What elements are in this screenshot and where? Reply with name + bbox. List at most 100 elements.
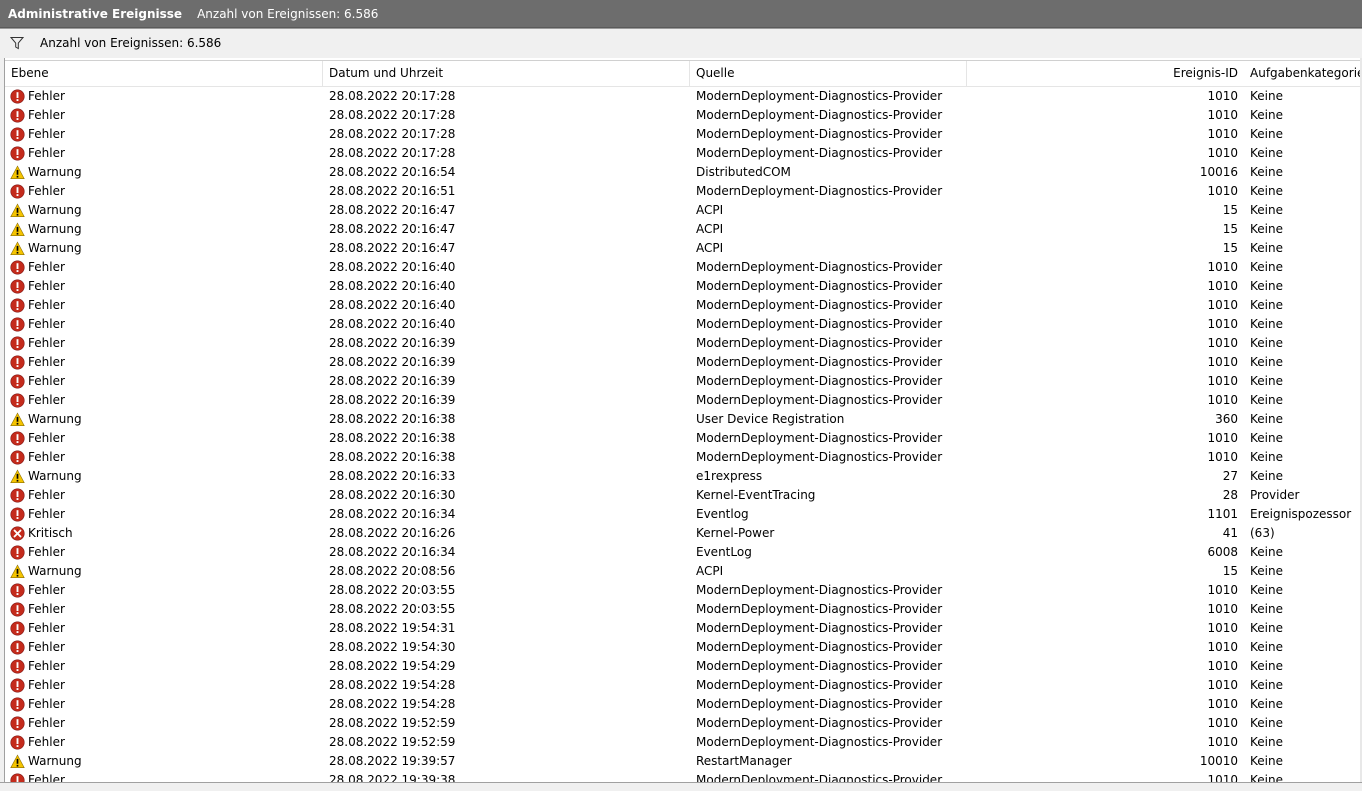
event-row[interactable]: Fehler 28.08.2022 19:54:28 ModernDeploymen… [5, 695, 1361, 714]
event-row[interactable]: Fehler 28.08.2022 20:17:28 ModernDeploymen… [5, 106, 1361, 125]
category-cell: Keine [1250, 279, 1283, 293]
event-row[interactable]: Fehler 28.08.2022 20:16:38 ModernDeploymen… [5, 448, 1361, 467]
level-cell: Warnung [10, 467, 320, 486]
event-row[interactable]: Fehler 28.08.2022 19:54:30 ModernDeploymen… [5, 638, 1361, 657]
event-id-cell: 15 [1222, 203, 1238, 217]
event-row[interactable]: Warnung 28.08.2022 20:16:33 e1rexpress 27 Ke… [5, 467, 1361, 486]
category-cell: Keine [1250, 431, 1283, 445]
event-list: Fehler 28.08.2022 20:17:28 ModernDeploymen… [5, 87, 1361, 783]
event-row[interactable]: Fehler 28.08.2022 20:16:51 ModernDeploymen… [5, 182, 1361, 201]
level-label: Fehler [28, 431, 65, 445]
event-row[interactable]: Fehler 28.08.2022 19:52:59 ModernDeploymen… [5, 733, 1361, 752]
event-id-cell: 1010 [1207, 260, 1238, 274]
category-cell: Keine [1250, 640, 1283, 654]
category-cell: Keine [1250, 678, 1283, 692]
event-row[interactable]: Fehler 28.08.2022 20:03:55 ModernDeploymen… [5, 600, 1361, 619]
warning-icon [10, 469, 25, 483]
level-cell: Warnung [10, 752, 320, 771]
event-row[interactable]: Fehler 28.08.2022 20:16:39 ModernDeploymen… [5, 334, 1361, 353]
event-row[interactable]: Warnung 28.08.2022 19:39:57 RestartManager… [5, 752, 1361, 771]
event-row[interactable]: Fehler 28.08.2022 20:03:55 ModernDeploymen… [5, 581, 1361, 600]
event-row[interactable]: Fehler 28.08.2022 20:16:39 ModernDeploymen… [5, 372, 1361, 391]
level-cell: Fehler [10, 429, 320, 448]
level-label: Kritisch [28, 526, 73, 540]
event-id-cell: 27 [1222, 469, 1238, 483]
date-cell: 28.08.2022 19:54:28 [329, 697, 456, 711]
event-row[interactable]: Fehler 28.08.2022 20:16:34 EventLog 6008 Kei… [5, 543, 1361, 562]
level-label: Warnung [28, 203, 82, 217]
event-row[interactable]: Fehler 28.08.2022 20:16:39 ModernDeploymen… [5, 353, 1361, 372]
event-id-cell: 1010 [1207, 127, 1238, 141]
event-row[interactable]: Fehler 28.08.2022 19:54:28 ModernDeploymen… [5, 676, 1361, 695]
warning-icon [10, 203, 25, 217]
error-icon [10, 697, 25, 712]
event-row[interactable]: Fehler 28.08.2022 20:16:40 ModernDeploymen… [5, 277, 1361, 296]
event-id-cell: 360 [1215, 412, 1238, 426]
level-label: Fehler [28, 279, 65, 293]
event-row[interactable]: Fehler 28.08.2022 19:52:59 ModernDeploymen… [5, 714, 1361, 733]
date-cell: 28.08.2022 20:16:47 [329, 222, 456, 236]
source-cell: ModernDeployment-Diagnostics-Provider [696, 583, 943, 597]
event-row[interactable]: Fehler 28.08.2022 20:16:39 ModernDeploymen… [5, 391, 1361, 410]
event-row[interactable]: Kritisch 28.08.2022 20:16:26 Kernel-Power 4… [5, 524, 1361, 543]
event-id-cell: 1010 [1207, 146, 1238, 160]
event-row[interactable]: Warnung 28.08.2022 20:08:56 ACPI 15 Keine [5, 562, 1361, 581]
event-row[interactable]: Fehler 28.08.2022 20:16:34 Eventlog 1101 Ere… [5, 505, 1361, 524]
event-row[interactable]: Fehler 28.08.2022 20:17:28 ModernDeploymen… [5, 87, 1361, 106]
column-header-event-id[interactable]: Ereignis-ID [967, 61, 1244, 86]
level-cell: Fehler [10, 296, 320, 315]
date-cell: 28.08.2022 20:16:38 [329, 412, 456, 426]
error-icon [10, 659, 25, 674]
level-cell: Fehler [10, 87, 320, 106]
category-cell: (63) [1250, 526, 1275, 540]
date-cell: 28.08.2022 20:16:26 [329, 526, 456, 540]
event-row[interactable]: Warnung 28.08.2022 20:16:47 ACPI 15 Keine [5, 220, 1361, 239]
source-cell: ACPI [696, 564, 724, 578]
level-label: Fehler [28, 735, 65, 749]
filter-icon[interactable] [10, 36, 24, 50]
level-label: Fehler [28, 602, 65, 616]
level-cell: Warnung [10, 562, 320, 581]
source-cell: ModernDeployment-Diagnostics-Provider [696, 659, 943, 673]
event-row[interactable]: Fehler 28.08.2022 19:54:29 ModernDeploymen… [5, 657, 1361, 676]
event-id-cell: 1101 [1207, 507, 1238, 521]
source-cell: ACPI [696, 241, 724, 255]
event-row[interactable]: Fehler 28.08.2022 20:17:28 ModernDeploymen… [5, 144, 1361, 163]
date-cell: 28.08.2022 20:16:40 [329, 260, 456, 274]
category-cell: Keine [1250, 716, 1283, 730]
event-row[interactable]: Fehler 28.08.2022 19:54:31 ModernDeploymen… [5, 619, 1361, 638]
level-label: Warnung [28, 412, 82, 426]
level-label: Fehler [28, 146, 65, 160]
event-row[interactable]: Warnung 28.08.2022 20:16:54 DistributedCOM… [5, 163, 1361, 182]
error-icon [10, 488, 25, 503]
level-label: Warnung [28, 564, 82, 578]
category-cell: Keine [1250, 298, 1283, 312]
source-cell: ACPI [696, 203, 724, 217]
date-cell: 28.08.2022 20:03:55 [329, 583, 456, 597]
event-row[interactable]: Fehler 28.08.2022 20:16:40 ModernDeploymen… [5, 296, 1361, 315]
level-cell: Fehler [10, 714, 320, 733]
event-row[interactable]: Warnung 28.08.2022 20:16:47 ACPI 15 Keine [5, 239, 1361, 258]
error-icon [10, 108, 25, 123]
level-label: Fehler [28, 697, 65, 711]
event-row[interactable]: Fehler 28.08.2022 20:16:40 ModernDeploymen… [5, 315, 1361, 334]
event-row[interactable]: Warnung 28.08.2022 20:16:38 User Device Re… [5, 410, 1361, 429]
event-row[interactable]: Fehler 28.08.2022 20:17:28 ModernDeploymen… [5, 125, 1361, 144]
event-row[interactable]: Fehler 28.08.2022 20:16:40 ModernDeploymen… [5, 258, 1361, 277]
column-header-category[interactable]: Aufgabenkategorie [1244, 61, 1361, 86]
column-header-source[interactable]: Quelle [690, 61, 967, 86]
event-id-cell: 1010 [1207, 735, 1238, 749]
date-cell: 28.08.2022 20:16:51 [329, 184, 456, 198]
event-row[interactable]: Fehler 28.08.2022 20:16:30 Kernel-EventTra… [5, 486, 1361, 505]
event-id-cell: 1010 [1207, 431, 1238, 445]
event-row[interactable]: Warnung 28.08.2022 20:16:47 ACPI 15 Keine [5, 201, 1361, 220]
event-row[interactable]: Fehler 28.08.2022 20:16:38 ModernDeploymen… [5, 429, 1361, 448]
category-cell: Keine [1250, 127, 1283, 141]
source-cell: Kernel-Power [696, 526, 775, 540]
column-header-date[interactable]: Datum und Uhrzeit [323, 61, 690, 86]
grid-header: Ebene Datum und Uhrzeit Quelle Ereignis-… [5, 61, 1361, 87]
level-cell: Fehler [10, 619, 320, 638]
column-header-level[interactable]: Ebene [5, 61, 323, 86]
category-cell: Keine [1250, 260, 1283, 274]
level-cell: Fehler [10, 657, 320, 676]
